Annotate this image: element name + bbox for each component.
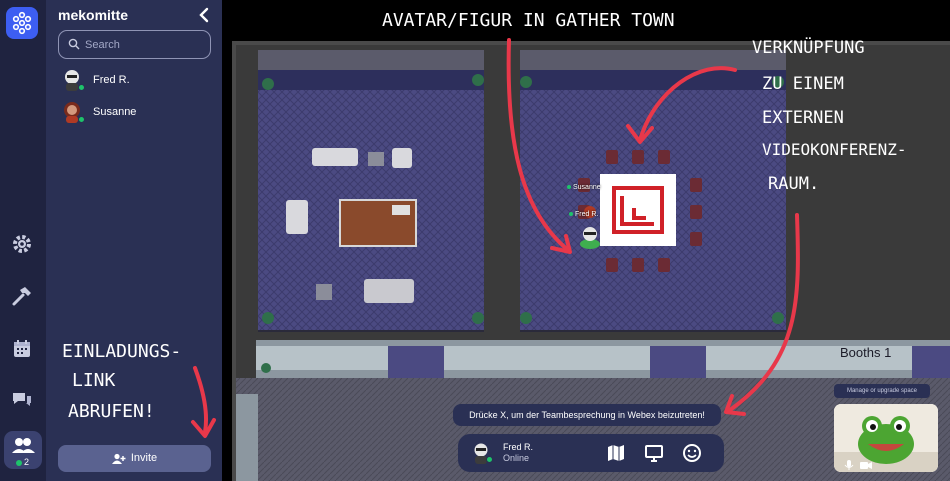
annotation-link-2: ZU EINEM [762, 74, 844, 94]
online-indicator [78, 116, 85, 123]
search-box[interactable] [58, 30, 211, 59]
annotation-invite-2: LINK [72, 370, 116, 391]
chevron-left-icon[interactable] [196, 6, 212, 24]
icon-rail: 2 [0, 0, 46, 481]
chat-icon[interactable] [10, 388, 34, 412]
online-indicator [78, 84, 85, 91]
add-user-icon [111, 453, 126, 464]
search-icon [68, 38, 80, 50]
online-indicator [486, 456, 493, 463]
map-avatar-label: Fred R. [569, 211, 598, 218]
map-icon[interactable] [606, 443, 626, 463]
annotation-link-3: EXTERNEN [762, 108, 844, 128]
annotation-invite-3: ABRUFEN! [68, 401, 155, 422]
interaction-prompt[interactable]: Drücke X, um der Teambesprechung in Webe… [453, 404, 721, 426]
bottom-bar: Fred R. Online [458, 434, 724, 472]
user-list-item[interactable]: Susanne [58, 101, 208, 125]
invite-label: Invite [130, 452, 158, 465]
map-view[interactable]: Booths 1 Susanne Fred R. Drücke X, um de… [222, 0, 950, 481]
user-list-item[interactable]: Fred R. [58, 69, 208, 93]
bar-user-name[interactable]: Fred R. [503, 442, 533, 452]
emoji-icon[interactable] [682, 443, 702, 463]
screen-share-icon[interactable] [644, 443, 664, 463]
annotation-avatar: AVATAR/FIGUR IN GATHER TOWN [382, 10, 675, 31]
hammer-icon[interactable] [10, 284, 34, 308]
user-name: Fred R. [93, 74, 130, 86]
manage-space-button[interactable]: Manage or upgrade space [834, 384, 930, 398]
annotation-link-4: VIDEOKONFERENZ- [762, 140, 907, 159]
space-title: mekomitte [58, 7, 129, 23]
camera-icon[interactable] [860, 460, 872, 470]
annotation-link-5: RAUM. [768, 174, 820, 194]
gear-icon[interactable] [10, 232, 34, 256]
user-name: Susanne [93, 106, 137, 118]
map-avatar-label: Susanne [567, 184, 601, 191]
video-tile[interactable] [834, 404, 938, 472]
calendar-icon[interactable] [10, 337, 34, 361]
participant-count: 2 [16, 457, 29, 467]
annotation-invite-1: EINLADUNGS- [62, 341, 182, 362]
microphone-icon[interactable] [844, 460, 854, 470]
annotation-link-1: VERKNÜPFUNG [752, 38, 865, 58]
search-input[interactable] [85, 36, 203, 53]
invite-button[interactable]: Invite [58, 445, 211, 472]
booth-label: Booths 1 [840, 345, 892, 360]
gather-logo-icon[interactable] [6, 7, 38, 39]
bar-user-status: Online [503, 453, 530, 463]
